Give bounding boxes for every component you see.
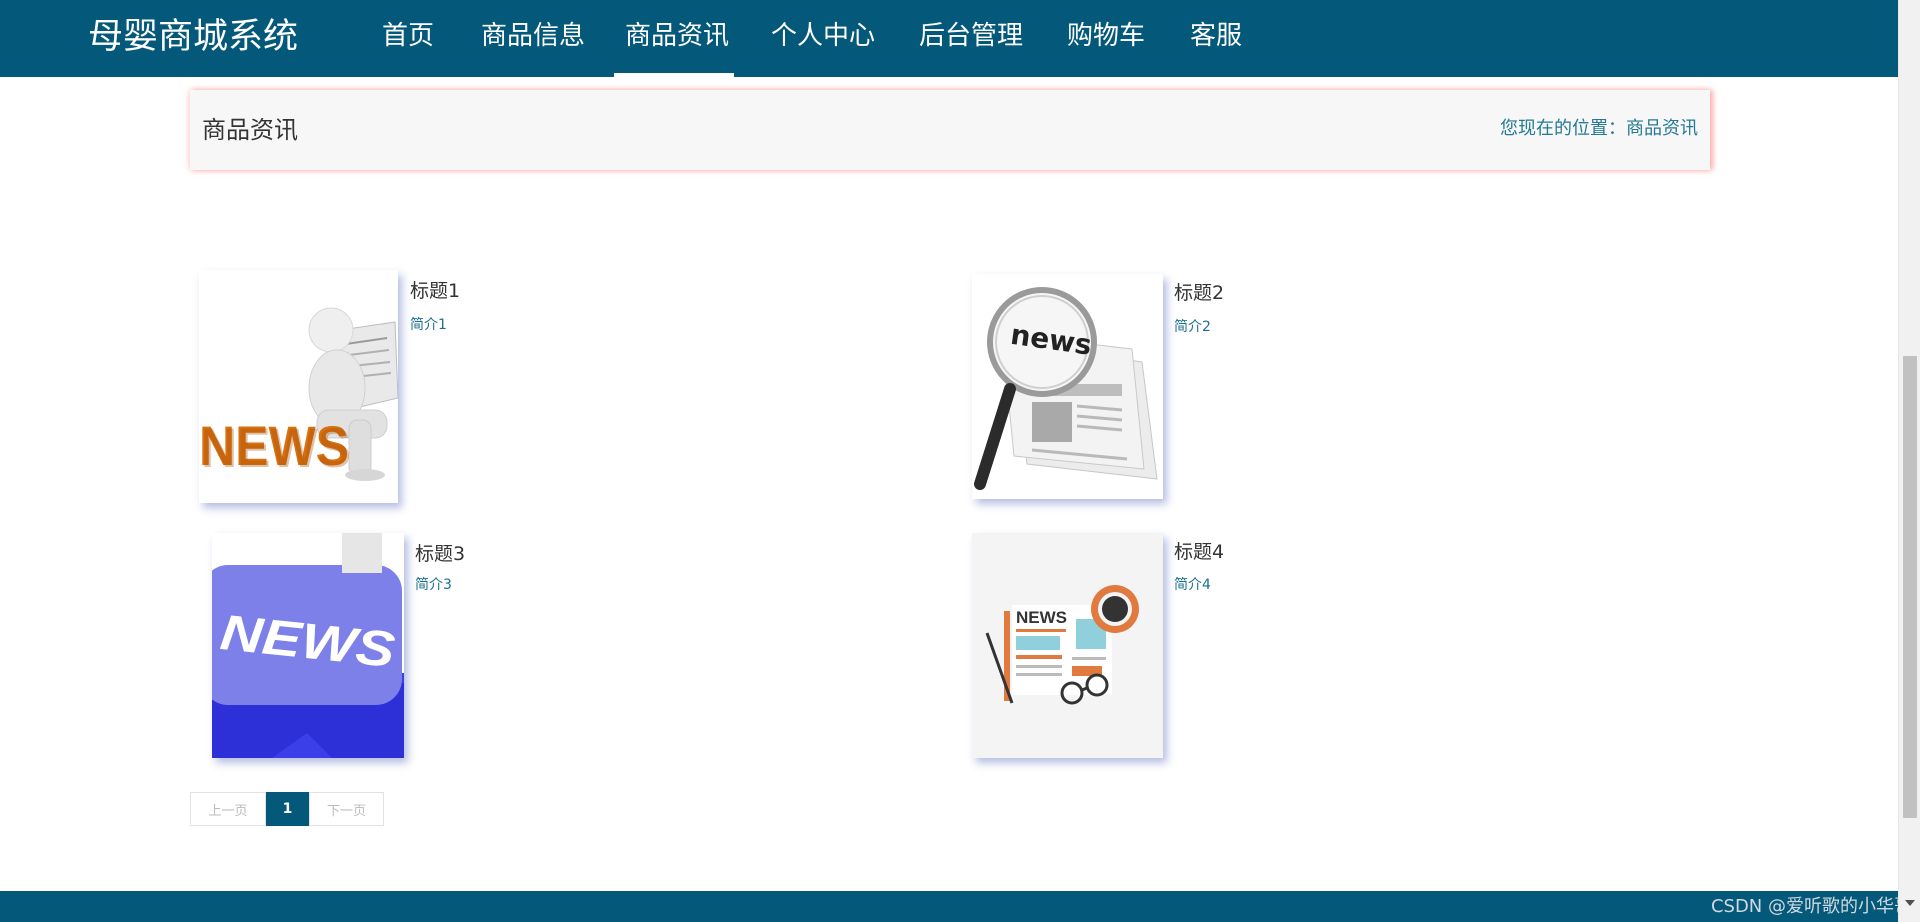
news-figure-illustration: NEWS NEWS <box>199 270 398 503</box>
section-header: 商品资讯 您现在的位置：商品资讯 <box>190 90 1710 170</box>
news-desc-4: 简介4 <box>1174 577 1211 593</box>
csdn-watermark: CSDN @爱听歌的小华哥 <box>1710 896 1912 917</box>
breadcrumb: 您现在的位置：商品资讯 <box>1500 117 1698 141</box>
news-image-2[interactable]: news <box>972 274 1163 499</box>
breadcrumb-current[interactable]: 商品资讯 <box>1626 118 1698 139</box>
news-key-illustration: NEWS <box>212 533 404 758</box>
active-nav-indicator <box>614 73 734 77</box>
scroll-down-arrow-icon[interactable] <box>1905 900 1915 906</box>
flat-newspaper-illustration: NEWS <box>972 533 1163 758</box>
nav-item-home[interactable]: 首页 <box>382 18 434 54</box>
news-desc-3: 简介3 <box>415 577 452 593</box>
nav-item-news[interactable]: 商品资讯 <box>625 18 729 54</box>
prev-page-button[interactable]: 上一页 <box>191 793 266 825</box>
scrollbar-thumb[interactable] <box>1903 356 1917 818</box>
footer-bar <box>0 891 1898 922</box>
nav-item-cart[interactable]: 购物车 <box>1067 18 1145 54</box>
nav-item-admin[interactable]: 后台管理 <box>919 18 1023 54</box>
page: 母婴商城系统 首页 商品信息 商品资讯 个人中心 后台管理 购物车 客服 商品资… <box>0 0 1920 922</box>
news-image-1[interactable]: NEWS NEWS <box>199 270 398 503</box>
svg-text:NEWS: NEWS <box>1016 608 1067 627</box>
news-image-3[interactable]: NEWS <box>212 533 404 758</box>
news-title-4[interactable]: 标题4 <box>1174 539 1224 565</box>
breadcrumb-prefix: 您现在的位置： <box>1500 118 1626 139</box>
next-page-button[interactable]: 下一页 <box>309 793 383 825</box>
site-brand[interactable]: 母婴商城系统 <box>88 15 298 59</box>
nav-item-user-center[interactable]: 个人中心 <box>771 18 875 54</box>
news-title-2[interactable]: 标题2 <box>1174 280 1224 306</box>
news-image-4[interactable]: NEWS <box>972 533 1163 758</box>
pagination: 上一页 1 下一页 <box>190 792 384 826</box>
svg-text:NEWS: NEWS <box>201 416 351 479</box>
current-page-button[interactable]: 1 <box>266 792 309 826</box>
news-title-1[interactable]: 标题1 <box>410 278 460 304</box>
nav-item-service[interactable]: 客服 <box>1190 18 1242 54</box>
nav-item-products[interactable]: 商品信息 <box>481 18 585 54</box>
page-title: 商品资讯 <box>202 116 298 144</box>
vertical-scrollbar[interactable] <box>1898 0 1920 922</box>
news-desc-2: 简介2 <box>1174 319 1211 335</box>
news-title-3[interactable]: 标题3 <box>415 541 465 567</box>
news-desc-1: 简介1 <box>410 317 447 333</box>
top-navbar: 母婴商城系统 首页 商品信息 商品资讯 个人中心 后台管理 购物车 客服 <box>0 0 1898 77</box>
magnifier-newspaper-illustration: news <box>972 274 1163 499</box>
